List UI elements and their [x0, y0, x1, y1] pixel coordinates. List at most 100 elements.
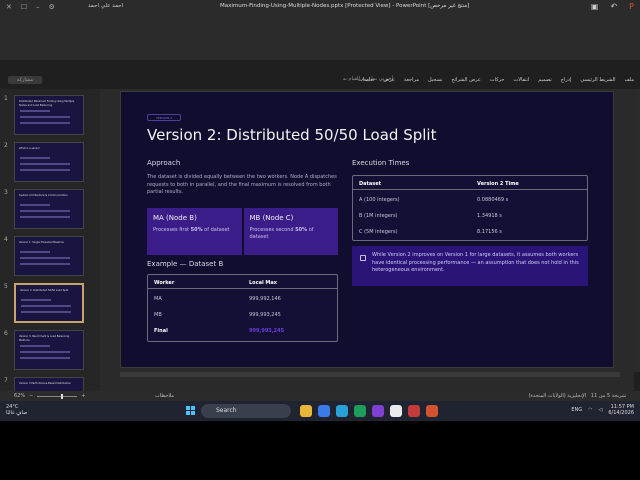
thumbnail-number: 6 — [4, 330, 8, 337]
share-button[interactable]: مشاركة — [8, 76, 42, 84]
zoom-out-icon[interactable]: − — [29, 393, 33, 399]
thumbnail-content — [21, 299, 51, 301]
example-heading: Example — Dataset B — [147, 260, 224, 268]
thumbnail-content — [20, 210, 70, 212]
thumbnail-number: 2 — [4, 142, 8, 149]
windows-taskbar: 24°C صافٍ غالبًا Search ENG ◠ ◁ 11:57 PM 6… — [0, 401, 640, 421]
store-icon[interactable] — [318, 405, 330, 417]
language-indicator[interactable]: الإنجليزية (الولايات المتحدة) — [528, 393, 586, 399]
slide-thumbnails-pane[interactable]: 1 Distributed Maximum Finding Using Multi… — [0, 89, 100, 391]
ribbon-tab[interactable]: تسجيل — [428, 77, 442, 83]
card-title: MB (Node C) — [249, 214, 294, 222]
clock[interactable]: 11:57 PM 6/14/2026 — [608, 404, 634, 416]
cell: Final — [154, 328, 168, 334]
ribbon-tab[interactable]: الشريط الرئيسي — [580, 77, 615, 83]
horizontal-scrollbar[interactable] — [120, 372, 620, 377]
thumbnail-number: 1 — [4, 95, 8, 102]
start-icon[interactable] — [186, 406, 196, 416]
weather-widget[interactable]: 24°C صافٍ غالبًا — [6, 404, 27, 416]
card-text: Processes second — [249, 227, 296, 233]
ribbon-tab[interactable]: مراجعة — [404, 77, 419, 83]
thumbnail-content — [20, 157, 50, 159]
vertical-scrollbar[interactable] — [634, 89, 640, 372]
thumbnail-content — [20, 216, 70, 218]
volume-icon[interactable]: ◁ — [599, 407, 603, 413]
cell: MA — [154, 296, 162, 302]
app-icons: ▣ ↶ P — [591, 2, 634, 11]
zoom-control[interactable]: 62% − + — [14, 393, 86, 399]
ribbon-tab[interactable]: عرض الشرائح — [451, 77, 481, 83]
slide-thumbnail[interactable]: Version 3 Performance-Based Distribution — [14, 377, 84, 391]
thumbnail-title: Version 1: Single-Threaded Baseline — [19, 241, 64, 244]
status-info: شريحة 5 من 11 الإنجليزية (الولايات المتح… — [528, 393, 626, 399]
user-name[interactable]: احمد علي احمد — [88, 3, 123, 9]
ribbon-tab[interactable]: عرض — [383, 77, 395, 83]
quick-access-toolbar: ✕ ☐ – ⚙ — [6, 3, 55, 11]
letterbox-bar — [0, 421, 640, 480]
thumbnail-content — [20, 169, 70, 171]
card-title: MA (Node B) — [153, 214, 197, 222]
slide-thumbnail[interactable]: Version 2: Distributed 50/50 Load Split — [14, 283, 84, 323]
slide-thumbnail[interactable]: Version 3: Benchmark & Load Balancing Me… — [14, 330, 84, 370]
thumbnail-number: 4 — [4, 236, 8, 243]
maximize-icon[interactable]: ☐ — [21, 3, 27, 11]
zoom-level: 62% — [14, 393, 26, 399]
slide-thumbnail[interactable]: Version 1: Single-Threaded Baseline — [14, 236, 84, 276]
input-language[interactable]: ENG — [571, 407, 582, 413]
slide-thumbnail[interactable]: Distributed Maximum Finding Using Multip… — [14, 95, 84, 135]
zoom-knob[interactable] — [61, 393, 64, 399]
wifi-icon[interactable]: ◠ — [588, 407, 592, 413]
ribbon-tab[interactable]: تعليمات — [358, 77, 374, 83]
ribbon-tab[interactable]: تصميم — [538, 77, 551, 83]
ribbon-tab[interactable]: ملف — [624, 77, 634, 83]
notes-button[interactable]: ملاحظات — [155, 393, 174, 399]
settings-icon[interactable]: ⚙ — [49, 3, 55, 11]
checkbox-icon — [360, 255, 366, 261]
visual-studio-icon[interactable] — [372, 405, 384, 417]
thumbnail-content — [20, 204, 50, 206]
thumbnail-title: Version 3 Performance-Based Distribution — [19, 382, 72, 385]
zoom-in-icon[interactable]: + — [81, 393, 85, 399]
ribbon-tab[interactable]: انتقالات — [513, 77, 529, 83]
file-explorer-icon[interactable] — [300, 405, 312, 417]
chrome-icon[interactable] — [354, 405, 366, 417]
divider — [353, 189, 587, 190]
ribbon-tab[interactable]: إدراج — [561, 77, 572, 83]
settings-icon[interactable] — [408, 405, 420, 417]
window-title: [منتج غير مرخص] Maximum-Finding-Using-Mu… — [220, 3, 470, 9]
thumbnail-number: 5 — [4, 283, 8, 290]
card-ma: MA (Node B) Processes first 50% of datas… — [147, 208, 242, 255]
exec-heading: Execution Times — [352, 159, 410, 167]
cell: 999,993,245 — [249, 312, 281, 318]
minimize-icon[interactable]: – — [36, 3, 40, 11]
close-icon[interactable]: ✕ — [6, 3, 12, 11]
divider — [148, 288, 337, 289]
thumbnail-content — [20, 251, 50, 253]
thumbnail-content — [20, 257, 70, 259]
app-icon[interactable] — [390, 405, 402, 417]
thumbnail-content — [21, 311, 71, 313]
thumbnail-title: What is a sensor — [19, 147, 40, 150]
zoom-slider[interactable] — [37, 393, 78, 399]
warning-note: While Version 2 improves on Version 1 fo… — [352, 246, 588, 286]
slide-thumbnail[interactable]: System Architecture & Communication — [14, 189, 84, 229]
edge-icon[interactable] — [336, 405, 348, 417]
slide-thumbnail[interactable]: What is a sensor — [14, 142, 84, 182]
worker-cards: MA (Node B) Processes first 50% of datas… — [147, 208, 338, 255]
taskbar-search[interactable]: Search — [201, 404, 291, 418]
approach-text: The dataset is divided equally between t… — [147, 174, 337, 195]
slide-canvas[interactable]: VERSION 2 Version 2: Distributed 50/50 L… — [120, 91, 614, 368]
ribbon-tab[interactable]: حركات — [490, 77, 504, 83]
card-text: of dataset — [202, 227, 230, 233]
system-tray: ENG ◠ ◁ 11:57 PM 6/14/2026 — [571, 404, 634, 416]
undo-icon[interactable]: ↶ — [610, 2, 617, 11]
thumbnail-title: Version 2: Distributed 50/50 Load Split — [20, 289, 69, 292]
save-icon[interactable]: ▣ — [591, 2, 599, 11]
powerpoint-icon[interactable] — [426, 405, 438, 417]
card-body: Processes first 50% of dataset — [153, 227, 236, 234]
thumbnail-content — [20, 263, 70, 265]
cell: 0.0880469 s — [477, 197, 509, 203]
slide-title: Version 2: Distributed 50/50 Load Split — [147, 126, 437, 144]
slide-counter: شريحة 5 من 11 — [590, 393, 626, 399]
ribbon-tabs: ملف الشريط الرئيسي إدراج تصميم انتقالات حركات… — [358, 77, 634, 83]
